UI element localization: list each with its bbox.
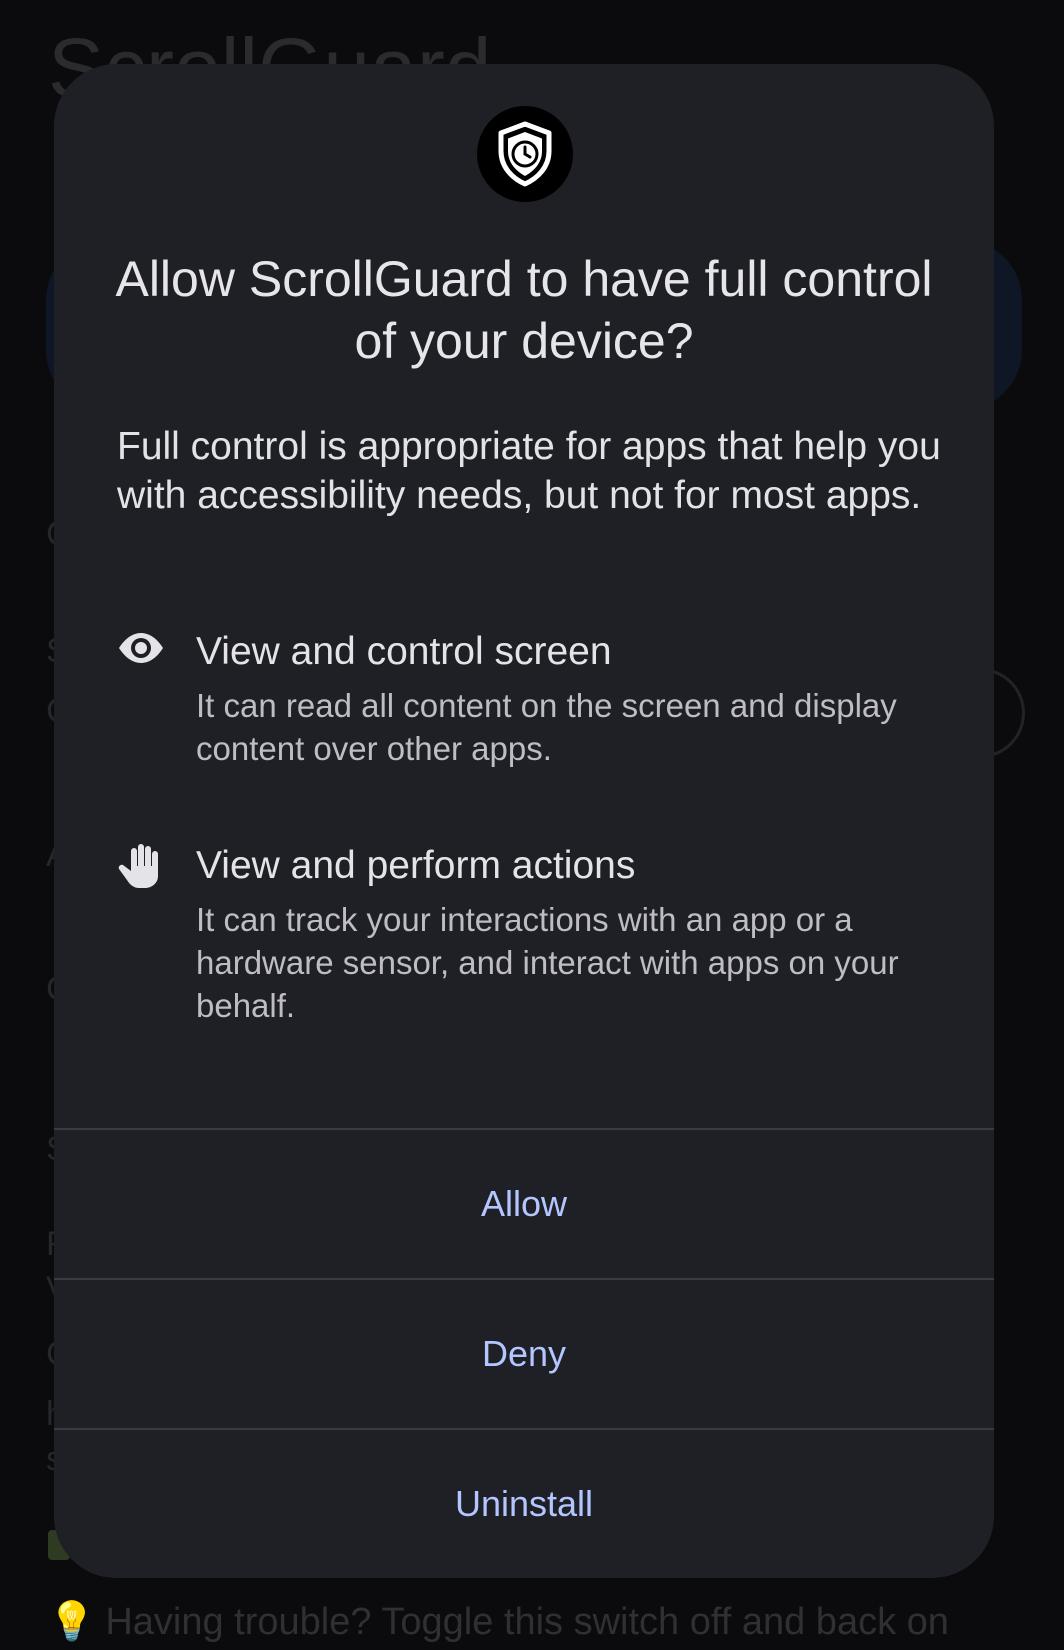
screen: ScrollGuard C S C A C S F V C h s 💡Havin… [0, 0, 1064, 1650]
lightbulb-icon: 💡 [48, 1601, 96, 1643]
permission-title: View and control screen [196, 630, 612, 673]
hand-icon [117, 842, 165, 890]
permission-body: It can read all content on the screen an… [196, 687, 897, 767]
uninstall-button[interactable]: Uninstall [54, 1430, 994, 1578]
deny-button[interactable]: Deny [54, 1280, 994, 1428]
background-tip: 💡 Having trouble? Toggle this switch off … [48, 1600, 949, 1644]
dialog-description: Full control is appropriate for apps tha… [117, 425, 941, 517]
dialog-title: Allow ScrollGuard to have full control o… [115, 251, 933, 369]
allow-button[interactable]: Allow [54, 1130, 994, 1278]
eye-icon [117, 628, 165, 676]
permission-title: View and perform actions [196, 844, 636, 887]
permission-body: It can track your interactions with an a… [196, 901, 899, 1024]
accessibility-permission-dialog: Allow ScrollGuard to have full control o… [54, 64, 994, 1578]
shield-clock-icon [498, 121, 552, 187]
scrollguard-app-icon [477, 106, 573, 202]
background-tip-text: Having trouble? Toggle this switch off a… [105, 1601, 949, 1643]
